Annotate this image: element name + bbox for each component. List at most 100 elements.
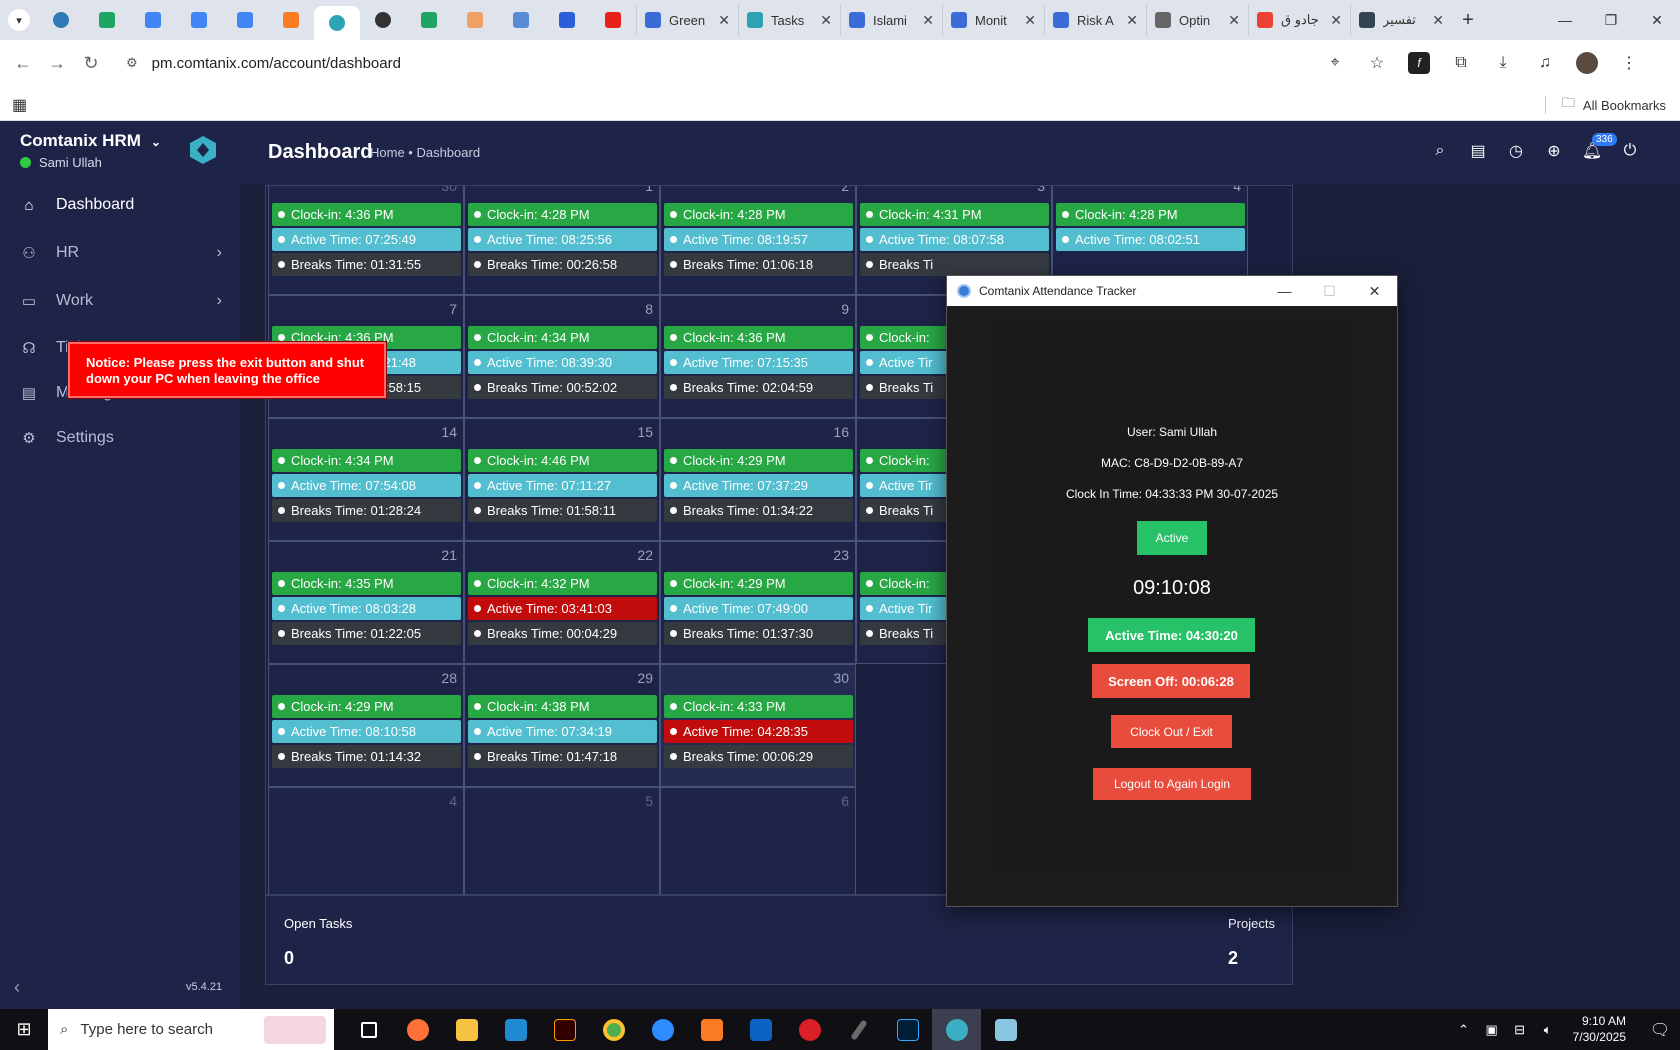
pen-tool-icon[interactable]: [834, 1009, 883, 1050]
browser-tab[interactable]: Tasks ✕: [738, 4, 840, 36]
breaks-time-event[interactable]: Breaks Time: 01:14:32: [272, 745, 461, 768]
notification-center-icon[interactable]: 🗨︎: [1640, 1020, 1680, 1040]
calendar-day-cell[interactable]: 9 Clock-in: 4:36 PM Active Time: 07:15:35 B…: [660, 295, 856, 418]
calendar-day-cell[interactable]: 21 Clock-in: 4:35 PM Active Time: 08:03:28…: [268, 541, 464, 664]
browser-tab[interactable]: Risk A ✕: [1044, 4, 1146, 36]
pinned-tab[interactable]: [38, 4, 84, 36]
active-time-event[interactable]: Active Time: 08:25:56: [468, 228, 657, 251]
tracker-taskbar-icon[interactable]: [932, 1009, 981, 1050]
close-tab-icon[interactable]: ✕: [718, 12, 730, 29]
active-time-event[interactable]: Active Time: 08:03:28: [272, 597, 461, 620]
calendar-day-cell[interactable]: 8 Clock-in: 4:34 PM Active Time: 08:39:30 B…: [464, 295, 660, 418]
calendar-day-cell[interactable]: 15 Clock-in: 4:46 PM Active Time: 07:11:27…: [464, 418, 660, 541]
clock-in-event[interactable]: Clock-in: 4:35 PM: [272, 572, 461, 595]
sidebar-item-hr[interactable]: ⚇ HR ›: [0, 229, 240, 277]
status-button[interactable]: Active: [1137, 521, 1207, 555]
pinned-tab[interactable]: [406, 4, 452, 36]
forward-icon[interactable]: →: [40, 53, 74, 74]
browser-tab[interactable]: Optin ✕: [1146, 4, 1248, 36]
active-time-event[interactable]: Active Time: 03:41:03: [468, 597, 657, 620]
breaks-time-event[interactable]: Breaks Ti: [860, 253, 1049, 276]
volume-icon[interactable]: 🔈︎: [1537, 1022, 1559, 1038]
active-time-event[interactable]: Active Time: 07:54:08: [272, 474, 461, 497]
close-tab-icon[interactable]: ✕: [820, 12, 832, 29]
windows-start-icon[interactable]: ⊞: [0, 1009, 48, 1050]
calendar-day-cell[interactable]: 16 Clock-in: 4:29 PM Active Time: 07:37:29…: [660, 418, 856, 541]
illustrator-icon[interactable]: [540, 1009, 589, 1050]
firefox-icon[interactable]: [393, 1009, 442, 1050]
logout-button[interactable]: Logout to Again Login: [1093, 768, 1251, 800]
extension-f-icon[interactable]: f: [1408, 52, 1430, 74]
file-explorer-icon[interactable]: [442, 1009, 491, 1050]
outlook-icon[interactable]: [736, 1009, 785, 1050]
active-time-event[interactable]: Active Time: 08:39:30: [468, 351, 657, 374]
pinned-tab[interactable]: [544, 4, 590, 36]
all-bookmarks[interactable]: 🗀 All Bookmarks: [1544, 94, 1666, 116]
close-icon[interactable]: ✕: [1634, 0, 1680, 40]
close-tab-icon[interactable]: ✕: [1330, 12, 1342, 29]
active-time-event[interactable]: Active Time: 07:11:27: [468, 474, 657, 497]
reload-icon[interactable]: ↻: [74, 53, 108, 74]
breaks-time-event[interactable]: Breaks Time: 01:22:05: [272, 622, 461, 645]
back-icon[interactable]: ←: [6, 53, 40, 74]
active-time-event[interactable]: Active Time: 07:25:49: [272, 228, 461, 251]
minimize-icon[interactable]: —: [1262, 276, 1307, 306]
calendar-day-cell[interactable]: 2 Clock-in: 4:28 PM Active Time: 08:19:57 B…: [660, 186, 856, 295]
close-tab-icon[interactable]: ✕: [922, 12, 934, 29]
clock-in-event[interactable]: Clock-in: 4:29 PM: [664, 449, 853, 472]
clock-in-event[interactable]: Clock-in: 4:28 PM: [468, 203, 657, 226]
clock-in-event[interactable]: Clock-in: 4:32 PM: [468, 572, 657, 595]
clock-in-event[interactable]: Clock-in: 4:36 PM: [272, 203, 461, 226]
pinned-tab[interactable]: [130, 4, 176, 36]
active-time-event[interactable]: Active Time: 07:49:00: [664, 597, 853, 620]
browser-tab[interactable]: Monit ✕: [942, 4, 1044, 36]
new-tab-button[interactable]: +: [1452, 9, 1484, 32]
collapse-sidebar-icon[interactable]: ‹: [14, 977, 20, 998]
creative-cloud-icon[interactable]: [785, 1009, 834, 1050]
apps-grid-icon[interactable]: ▦: [12, 95, 27, 115]
active-time-event[interactable]: Active Time: 04:28:35: [664, 720, 853, 743]
clock-out-button[interactable]: Clock Out / Exit: [1111, 715, 1232, 748]
close-tab-icon[interactable]: ✕: [1432, 12, 1444, 29]
clock-in-event[interactable]: Clock-in: 4:28 PM: [664, 203, 853, 226]
pinned-tab[interactable]: [360, 4, 406, 36]
close-tab-icon[interactable]: ✕: [1228, 12, 1240, 29]
calendar-day-cell[interactable]: 28 Clock-in: 4:29 PM Active Time: 08:10:58…: [268, 664, 464, 787]
power-icon[interactable]: ⏻: [1620, 141, 1640, 161]
browser-tab[interactable]: تفسير ✕: [1350, 4, 1452, 36]
calendar-day-cell[interactable]: 22 Clock-in: 4:32 PM Active Time: 03:41:03…: [464, 541, 660, 664]
media-control-icon[interactable]: ♫: [1534, 52, 1556, 74]
pinned-tab[interactable]: [498, 4, 544, 36]
calendar-day-cell[interactable]: 23 Clock-in: 4:29 PM Active Time: 07:49:00…: [660, 541, 856, 664]
calendar-day-cell[interactable]: 14 Clock-in: 4:34 PM Active Time: 07:54:08…: [268, 418, 464, 541]
url-text[interactable]: pm.comtanix.com/account/dashboard: [152, 55, 401, 72]
active-time-event[interactable]: Active Time: 07:34:19: [468, 720, 657, 743]
clock-in-event[interactable]: Clock-in: 4:34 PM: [468, 326, 657, 349]
device-icon[interactable]: ▣: [1481, 1022, 1503, 1038]
notepad-icon[interactable]: [981, 1009, 1030, 1050]
active-time-event[interactable]: Active Time: 08:07:58: [860, 228, 1049, 251]
photoshop-icon[interactable]: [883, 1009, 932, 1050]
tab-search-button[interactable]: ▾: [8, 9, 30, 31]
pinned-tab[interactable]: [84, 4, 130, 36]
calendar-day-cell[interactable]: 30 Clock-in: 4:36 PM Active Time: 07:25:49…: [268, 186, 464, 295]
clock-in-event[interactable]: Clock-in: 4:33 PM: [664, 695, 853, 718]
close-tab-icon[interactable]: ✕: [1024, 12, 1036, 29]
minimize-icon[interactable]: —: [1542, 0, 1588, 40]
browser-tab[interactable]: Green ✕: [636, 4, 738, 36]
add-icon[interactable]: ⊕: [1544, 141, 1564, 161]
breaks-time-event[interactable]: Breaks Time: 01:34:22: [664, 499, 853, 522]
taskbar-clock[interactable]: 9:10 AM 7/30/2025: [1573, 1014, 1626, 1045]
network-icon[interactable]: ⊟: [1509, 1022, 1531, 1038]
clock-in-event[interactable]: Clock-in: 4:29 PM: [272, 695, 461, 718]
task-view-icon[interactable]: [344, 1009, 393, 1050]
sidebar-item-work[interactable]: ▭ Work ›: [0, 277, 240, 325]
breaks-time-event[interactable]: Breaks Time: 01:06:18: [664, 253, 853, 276]
active-time-event[interactable]: Active Time: 07:15:35: [664, 351, 853, 374]
notes-icon[interactable]: ▤: [1468, 141, 1488, 161]
brand-switcher[interactable]: Comtanix HRM ⌄: [20, 131, 161, 151]
pinned-tab[interactable]: [268, 4, 314, 36]
site-info-icon[interactable]: ⚙: [126, 55, 138, 71]
sidebar-item-dashboard[interactable]: ⌂ Dashboard: [0, 181, 240, 229]
calendar-day-cell[interactable]: 4: [268, 787, 464, 894]
